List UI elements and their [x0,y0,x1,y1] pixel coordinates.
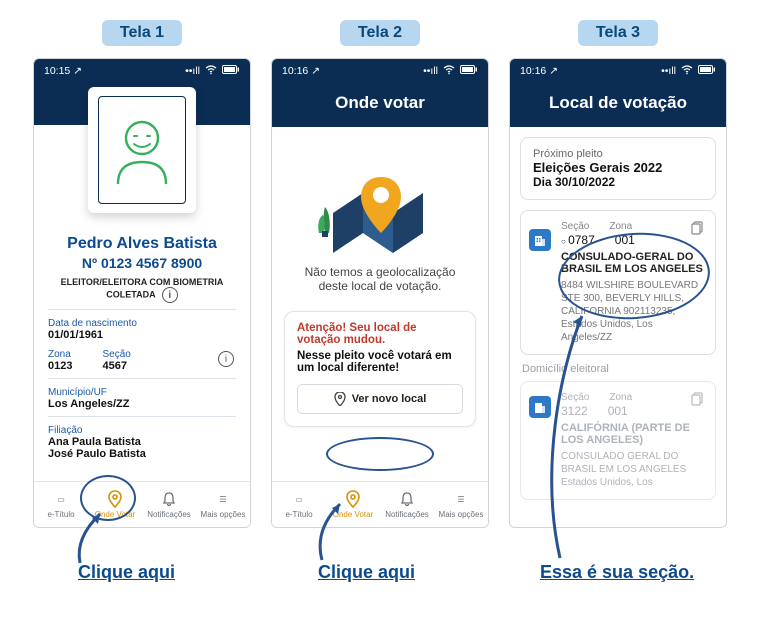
info-icon[interactable]: i [218,351,234,367]
next-label: Próximo pleito [533,148,703,160]
secondary-location-addr: CONSULADO GERAL DO BRASIL EM LOS ANGELES… [561,450,705,489]
annotation-label-2: Clique aqui [318,562,415,583]
avatar-card [88,87,196,213]
secondary-secao: 3122 [561,404,588,418]
municipio-value: Los Angeles/ZZ [48,398,236,410]
nav-etitulo[interactable]: ▭e-Título [272,482,326,527]
person-icon [112,114,172,186]
map-pin-icon [344,490,362,508]
ver-novo-local-button[interactable]: Ver novo local [297,384,463,414]
municipio-label: Município/UF [48,387,236,398]
dob-value: 01/01/1961 [48,329,236,341]
secao-label: Seção [102,349,130,360]
menu-icon: ☰ [452,490,470,508]
nav-onde-votar[interactable]: Onde Votar [326,482,380,527]
primary-location-name: CONSULADO-GERAL DO BRASIL EM LOS ANGELES [561,251,705,275]
screen2-title: Onde votar [272,83,488,127]
building-icon [529,229,551,251]
nav-mais[interactable]: ☰ Mais opções [196,482,250,527]
wifi-icon [443,65,455,78]
battery-icon [222,65,240,77]
note-text: Nesse pleito você votará em um local dif… [297,350,463,374]
tela2-label: Tela 2 [340,20,420,46]
status-bar: 10:16 ↗ ••ıll [272,59,488,83]
secondary-location-name: CALIFÓRNIA (PARTE DE LOS ANGELES) [561,422,705,446]
secondary-zona: 001 [608,404,628,418]
map-pin-icon [106,490,124,508]
annotation-label-3: Essa é sua seção. [540,562,694,583]
voter-status: ELEITOR/ELEITORA COM BIOMETRIA COLETADA … [48,277,236,303]
nav-onde-votar[interactable]: Onde Votar [88,482,142,527]
next-name: Eleições Gerais 2022 [533,160,703,175]
bottom-nav: ▭e-Título Onde Votar Notificações ☰Mais … [272,481,488,527]
primary-secao: 0787 [561,233,595,247]
location-arrow-icon: ↗ [311,65,320,77]
dob-label: Data de nascimento [48,318,236,329]
bell-icon [160,490,178,508]
next-election-card: Próximo pleito Eleições Gerais 2022 Dia … [520,137,716,200]
id-card-icon: ▭ [290,490,308,508]
battery-icon [460,65,478,77]
nav-notificacoes[interactable]: Notificações [142,482,196,527]
primary-zona: 001 [615,233,635,247]
tela1-label: Tela 1 [102,20,182,46]
status-bar: 10:15 ↗ ••ıll [34,59,250,83]
signal-icon: ••ıll [423,65,438,77]
primary-location-addr: 8484 WILSHIRE BOULEVARD STE 300, BEVERLY… [561,279,705,344]
signal-icon: ••ıll [661,65,676,77]
annotation-label-1: Clique aqui [78,562,175,583]
warning-text: Atenção! Seu local de votação mudou. [297,322,463,346]
change-location-card: Atenção! Seu local de votação mudou. Nes… [284,311,476,427]
map-illustration [315,145,445,255]
map-pin-icon [334,392,346,406]
filiacao2: José Paulo Batista [48,448,236,460]
screen1: 10:15 ↗ ••ıll [33,58,251,528]
building-icon [529,396,551,418]
filiacao-label: Filiação [48,425,236,436]
bell-icon [398,490,416,508]
menu-icon: ☰ [214,490,232,508]
screen3-title: Local de votação [510,83,726,127]
zona-label: Zona [48,349,72,360]
copy-icon[interactable] [691,392,705,409]
battery-icon [698,65,716,77]
domicilio-label: Domicílio eleitoral [522,363,716,375]
polling-card-secondary[interactable]: SeçãoZona 3122001 CALIFÓRNIA (PARTE DE L… [520,381,716,500]
nav-notificacoes[interactable]: Notificações [380,482,434,527]
location-arrow-icon: ↗ [73,65,82,77]
next-date: Dia 30/10/2022 [533,175,703,189]
screen2: 10:16 ↗ ••ıll Onde votar [271,58,489,528]
tela3-label: Tela 3 [578,20,658,46]
secao-value: 4567 [102,360,130,372]
polling-card-primary[interactable]: SeçãoZona 0787001 CONSULADO-GERAL DO BRA… [520,210,716,355]
status-bar: 10:16 ↗ ••ıll [510,59,726,83]
filiacao1: Ana Paula Batista [48,436,236,448]
nav-etitulo[interactable]: ▭ e-Título [34,482,88,527]
geo-msg: Não temos a geolocalização deste local d… [284,265,476,293]
copy-icon[interactable] [691,221,705,238]
id-card-icon: ▭ [52,490,70,508]
nav-mais[interactable]: ☰Mais opções [434,482,488,527]
zona-value: 0123 [48,360,72,372]
voter-number: Nº 0123 4567 8900 [48,255,236,271]
info-icon[interactable]: i [162,287,178,303]
wifi-icon [681,65,693,78]
screen3: 10:16 ↗ ••ıll Local de votação Próximo p… [509,58,727,528]
signal-icon: ••ıll [185,65,200,77]
bottom-nav: ▭ e-Título Onde Votar Notificações ☰ [34,481,250,527]
wifi-icon [205,65,217,78]
location-arrow-icon: ↗ [549,65,558,77]
voter-name: Pedro Alves Batista [48,235,236,253]
